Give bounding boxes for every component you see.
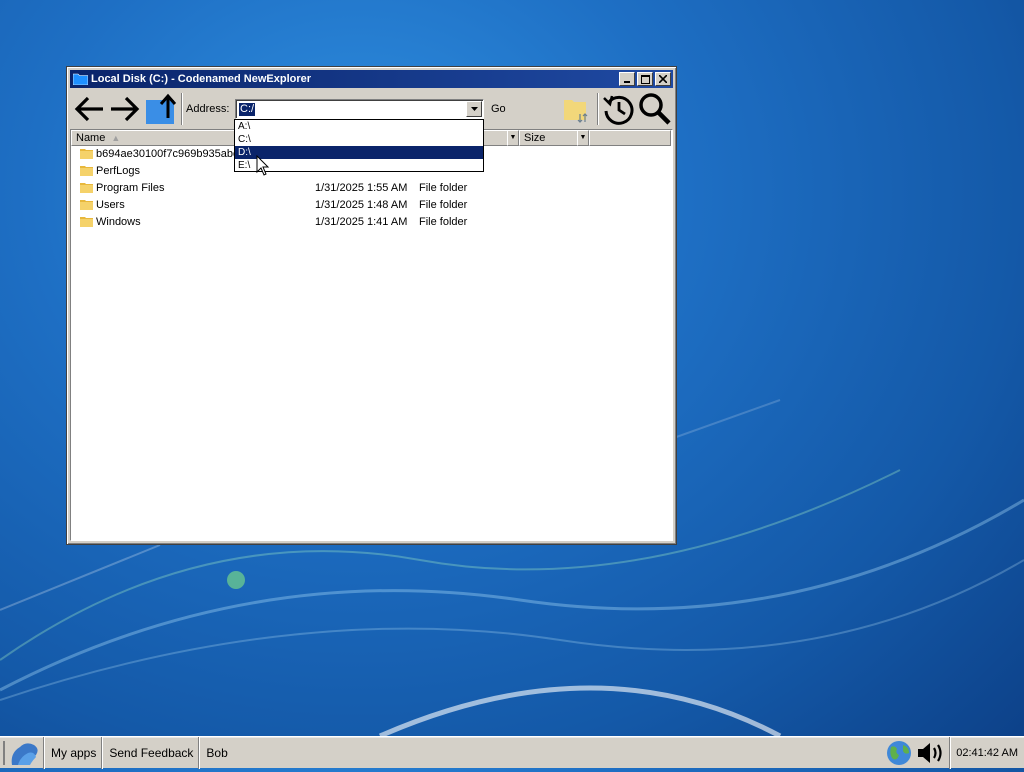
list-item[interactable]: Windows 1/31/2025 1:41 AM File folder: [71, 214, 671, 231]
clock[interactable]: 02:41:42 AM: [949, 736, 1024, 769]
speaker-icon[interactable]: [915, 739, 949, 767]
globe-icon[interactable]: [885, 739, 915, 767]
list-item[interactable]: Program Files 1/31/2025 1:55 AM File fol…: [71, 180, 671, 197]
file-date: 1/31/2025 1:41 AM: [315, 216, 408, 228]
file-name: Program Files: [96, 182, 165, 194]
column-size-dropdown[interactable]: ▼: [577, 130, 589, 146]
up-folder-icon[interactable]: [146, 92, 180, 126]
folder-icon: [73, 73, 88, 85]
file-name: Users: [96, 199, 125, 211]
file-name: b694ae30100f7c969b935abe: [96, 148, 240, 160]
minimize-icon: [624, 81, 630, 83]
minimize-button[interactable]: [619, 72, 635, 86]
title-bar[interactable]: Local Disk (C:) - Codenamed NewExplorer: [70, 70, 673, 88]
dropdown-option-c[interactable]: C:\: [235, 133, 483, 146]
folder-icon: [80, 183, 93, 193]
address-label: Address:: [186, 103, 230, 115]
search-icon[interactable]: [638, 92, 672, 126]
maximize-icon: [640, 74, 650, 84]
file-type: File folder: [419, 216, 468, 228]
window-title: Local Disk (C:) - Codenamed NewExplorer: [91, 73, 312, 85]
taskbar: My apps Send Feedback Bob 02:41:42 AM: [0, 736, 1024, 769]
address-value: C:/: [239, 103, 256, 116]
dropdown-option-d[interactable]: D:\: [235, 146, 483, 159]
folder-icon: [80, 166, 93, 176]
list-item[interactable]: Users 1/31/2025 1:48 AM File folder: [71, 197, 671, 214]
address-dropdown-button[interactable]: [466, 101, 482, 117]
column-size-label: Size: [524, 132, 546, 144]
user-button[interactable]: Bob: [199, 736, 233, 769]
history-icon[interactable]: [602, 92, 636, 126]
folder-icon: [80, 200, 93, 210]
file-name: PerfLogs: [96, 165, 141, 177]
mouse-pointer-icon: [256, 155, 270, 176]
dropdown-option-a[interactable]: A:\: [235, 120, 483, 133]
start-logo-icon: [3, 740, 38, 765]
folder-icon: [80, 149, 93, 159]
column-name-label: Name: [76, 132, 106, 144]
close-button[interactable]: [655, 72, 671, 86]
sort-ascending-icon: ▲: [111, 133, 121, 143]
system-tray: 02:41:42 AM: [885, 736, 1024, 769]
chevron-down-icon: [470, 107, 478, 111]
close-icon: [659, 75, 667, 83]
file-date: 1/31/2025 1:48 AM: [315, 199, 408, 211]
column-header-size[interactable]: Size: [519, 130, 579, 146]
forward-arrow-icon[interactable]: [107, 92, 141, 126]
file-date: 1/31/2025 1:55 AM: [315, 182, 408, 194]
back-arrow-icon[interactable]: [73, 92, 107, 126]
folder-icon: [80, 217, 93, 227]
maximize-button[interactable]: [637, 72, 653, 86]
toolbar-separator: [597, 93, 599, 125]
start-button[interactable]: [0, 737, 44, 769]
my-apps-button[interactable]: My apps: [44, 736, 102, 769]
go-button[interactable]: Go: [491, 103, 506, 115]
file-list[interactable]: Name ▲ ▼ Size ▼ b694ae30100f7c969b935abe …: [70, 129, 673, 541]
folder-sync-icon[interactable]: [562, 92, 592, 126]
address-input[interactable]: C:/: [235, 99, 484, 119]
file-name: Windows: [96, 216, 141, 228]
toolbar-separator: [181, 93, 183, 125]
address-dropdown-list: A:\ C:\ D:\ E:\: [234, 119, 484, 172]
column-header-blank: [589, 130, 671, 146]
dropdown-option-e[interactable]: E:\: [235, 159, 483, 172]
file-type: File folder: [419, 182, 468, 194]
send-feedback-button[interactable]: Send Feedback: [102, 736, 199, 769]
column-date-dropdown[interactable]: ▼: [507, 130, 519, 146]
file-type: File folder: [419, 199, 468, 211]
